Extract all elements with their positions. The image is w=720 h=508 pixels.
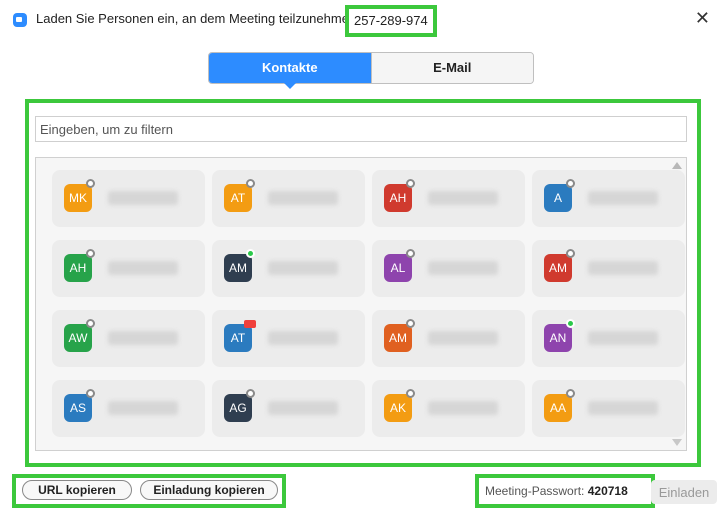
contact-name: adrian kus...: [588, 191, 658, 205]
copy-actions: URL kopieren Einladung kopieren: [12, 474, 286, 508]
avatar: AH: [64, 254, 92, 282]
presence-status-icon: [406, 179, 415, 188]
contact-card[interactable]: AM Adam Mats...: [212, 240, 365, 297]
password-value: 420718: [587, 484, 628, 498]
contact-card[interactable]: AK Andrej Ko...: [372, 380, 525, 437]
avatar: A: [544, 184, 572, 212]
presence-status-icon: [406, 249, 415, 258]
presence-status-icon: [86, 389, 95, 398]
tab-bar: Kontakte E-Mail: [0, 38, 720, 94]
contact-card[interactable]: AH Aaron Hil...: [372, 170, 525, 227]
tab-email[interactable]: E-Mail: [370, 53, 533, 83]
contact-name: Andre Schu...: [108, 401, 178, 415]
contact-card[interactable]: AM Alexander...: [532, 240, 685, 297]
presence-status-icon: [566, 249, 575, 258]
contact-card[interactable]: AA Andreas Ab...: [532, 380, 685, 437]
presence-status-icon: [86, 179, 95, 188]
contact-name: Alexander...: [108, 331, 178, 345]
contact-name: Manuel R: [108, 191, 178, 205]
close-icon[interactable]: ✕: [695, 8, 710, 28]
contact-card[interactable]: AM Alina Matuz: [372, 310, 525, 367]
contact-name: Andreas Ab...: [588, 401, 658, 415]
presence-status-icon: [566, 319, 575, 328]
avatar: AS: [64, 394, 92, 422]
scroll-up-arrow-icon[interactable]: [672, 162, 682, 169]
contact-name: Andrey Gu...: [268, 401, 338, 415]
avatar: AW: [64, 324, 92, 352]
password-label-row: Meeting-Passwort: 420718: [485, 484, 628, 498]
contact-card[interactable]: AL Alexander...: [372, 240, 525, 297]
title-bar: Laden Sie Personen ein, an dem Meeting t…: [0, 0, 720, 39]
contact-card[interactable]: MK Manuel R: [52, 170, 205, 227]
presence-status-icon: [246, 179, 255, 188]
avatar: AM: [544, 254, 572, 282]
avatar: AH: [384, 184, 412, 212]
contact-name: Alina Matuz: [428, 331, 498, 345]
avatar: AN: [544, 324, 572, 352]
copy-invitation-button[interactable]: Einladung kopieren: [140, 480, 278, 500]
contact-name: Alexander...: [588, 261, 658, 275]
contact-name: Alexander...: [428, 261, 498, 275]
contact-card[interactable]: AW Alexander...: [52, 310, 205, 367]
presence-status-icon: [566, 179, 575, 188]
contact-name: Adam Mats...: [268, 261, 338, 275]
contacts-grid[interactable]: MK Manuel R AT Aaron Tru... AH Aaron Hil... Aa…: [35, 157, 687, 451]
presence-status-icon: [86, 319, 95, 328]
password-label: Meeting-Passwort:: [485, 484, 585, 498]
presence-status-icon: [246, 389, 255, 398]
avatar: AK: [384, 394, 412, 422]
avatar: AL: [384, 254, 412, 282]
contact-card[interactable]: AS Andre Schu...: [52, 380, 205, 437]
filter-input[interactable]: [35, 116, 687, 142]
contact-card[interactable]: AT Alexey Tu...: [212, 310, 365, 367]
contact-card[interactable]: AG Andrey Gu...: [212, 380, 365, 437]
avatar: AT: [224, 184, 252, 212]
presence-status-icon: [86, 249, 95, 258]
scroll-down-arrow-icon[interactable]: [672, 439, 682, 446]
contacts-panel: MK Manuel R AT Aaron Tru... AH Aaron Hil... Aa…: [25, 99, 701, 467]
contact-card[interactable]: AT Aaron Tru...: [212, 170, 365, 227]
tab-group: Kontakte E-Mail: [208, 52, 534, 84]
contact-name: Andrej Ko...: [428, 401, 498, 415]
presence-status-icon: [406, 389, 415, 398]
contact-name: Alina Nikul...: [588, 331, 658, 345]
copy-url-button[interactable]: URL kopieren: [22, 480, 132, 500]
contact-name: adam hering: [108, 261, 178, 275]
contact-card[interactable]: Aadrian kus...: [532, 170, 685, 227]
avatar: AG: [224, 394, 252, 422]
zoom-app-icon: [13, 13, 27, 27]
contact-card[interactable]: AN Alina Nikul...: [532, 310, 685, 367]
presence-status-icon: [246, 249, 255, 258]
avatar: MK: [64, 184, 92, 212]
video-status-icon: [244, 320, 256, 328]
presence-status-icon: [406, 319, 415, 328]
avatar: AA: [544, 394, 572, 422]
contact-name: Aaron Tru...: [268, 191, 338, 205]
active-tab-indicator: [283, 82, 297, 89]
meeting-id: 257-289-974: [345, 5, 437, 37]
avatar: AM: [224, 254, 252, 282]
presence-status-icon: [566, 389, 575, 398]
contact-card[interactable]: AH adam hering: [52, 240, 205, 297]
avatar: AT: [224, 324, 252, 352]
tab-contacts[interactable]: Kontakte: [209, 53, 371, 83]
contact-name: Aaron Hil...: [428, 191, 498, 205]
avatar: AM: [384, 324, 412, 352]
invite-button[interactable]: Einladen: [651, 480, 717, 504]
meeting-password: Meeting-Passwort: 420718: [475, 474, 655, 508]
contact-name: Alexey Tu...: [268, 331, 338, 345]
window-title: Laden Sie Personen ein, an dem Meeting t…: [36, 11, 357, 26]
